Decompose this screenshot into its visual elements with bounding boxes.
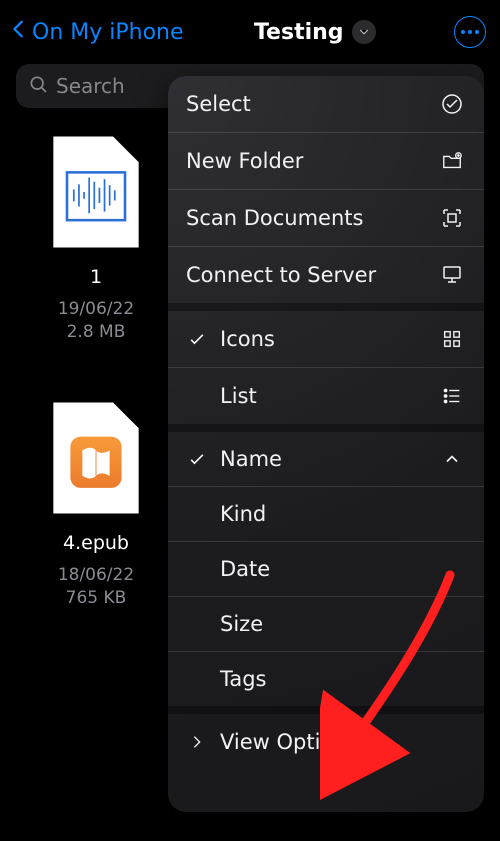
folder-plus-icon [438, 150, 466, 172]
menu-sort-tags[interactable]: Tags [168, 652, 484, 706]
menu-sort-name[interactable]: Name [168, 432, 484, 487]
chevron-up-icon [438, 449, 466, 469]
scan-icon [438, 206, 466, 230]
menu-sort-date[interactable]: Date [168, 542, 484, 597]
grid-icon [438, 328, 466, 350]
back-label: On My iPhone [32, 20, 184, 45]
ellipsis-icon [461, 30, 479, 34]
file-item[interactable]: 1 19/06/222.8 MB [16, 128, 176, 344]
search-icon [28, 74, 48, 99]
menu-sort-size[interactable]: Size [168, 597, 484, 652]
check-icon [186, 329, 208, 349]
back-button[interactable]: On My iPhone [8, 14, 184, 50]
file-item[interactable]: 4.epub 18/06/22765 KB [16, 394, 176, 610]
menu-scan-documents[interactable]: Scan Documents [168, 190, 484, 247]
file-thumbnail [43, 394, 149, 522]
search-placeholder: Search [56, 74, 125, 98]
menu-layout-list[interactable]: List [168, 368, 484, 424]
menu-sort-kind[interactable]: Kind [168, 487, 484, 542]
page-title: Testing [254, 20, 344, 45]
file-meta: 19/06/222.8 MB [58, 298, 134, 344]
title-chevron-button[interactable] [352, 20, 376, 44]
more-button[interactable] [454, 16, 486, 48]
list-icon [438, 385, 466, 407]
menu-layout-icons[interactable]: Icons [168, 311, 484, 368]
file-name: 4.epub [63, 532, 129, 554]
menu-view-options[interactable]: View Options [168, 714, 484, 770]
menu-new-folder[interactable]: New Folder [168, 133, 484, 190]
menu-connect-server[interactable]: Connect to Server [168, 247, 484, 303]
chevron-left-icon [8, 14, 30, 50]
chevron-right-icon [186, 734, 208, 750]
menu-select[interactable]: Select [168, 76, 484, 133]
file-meta: 18/06/22765 KB [58, 564, 134, 610]
select-icon [438, 92, 466, 116]
server-icon [438, 263, 466, 287]
check-icon [186, 449, 208, 469]
file-thumbnail [43, 128, 149, 256]
context-menu: Select New Folder Scan Documents Connect… [168, 76, 484, 812]
file-name: 1 [90, 266, 102, 288]
